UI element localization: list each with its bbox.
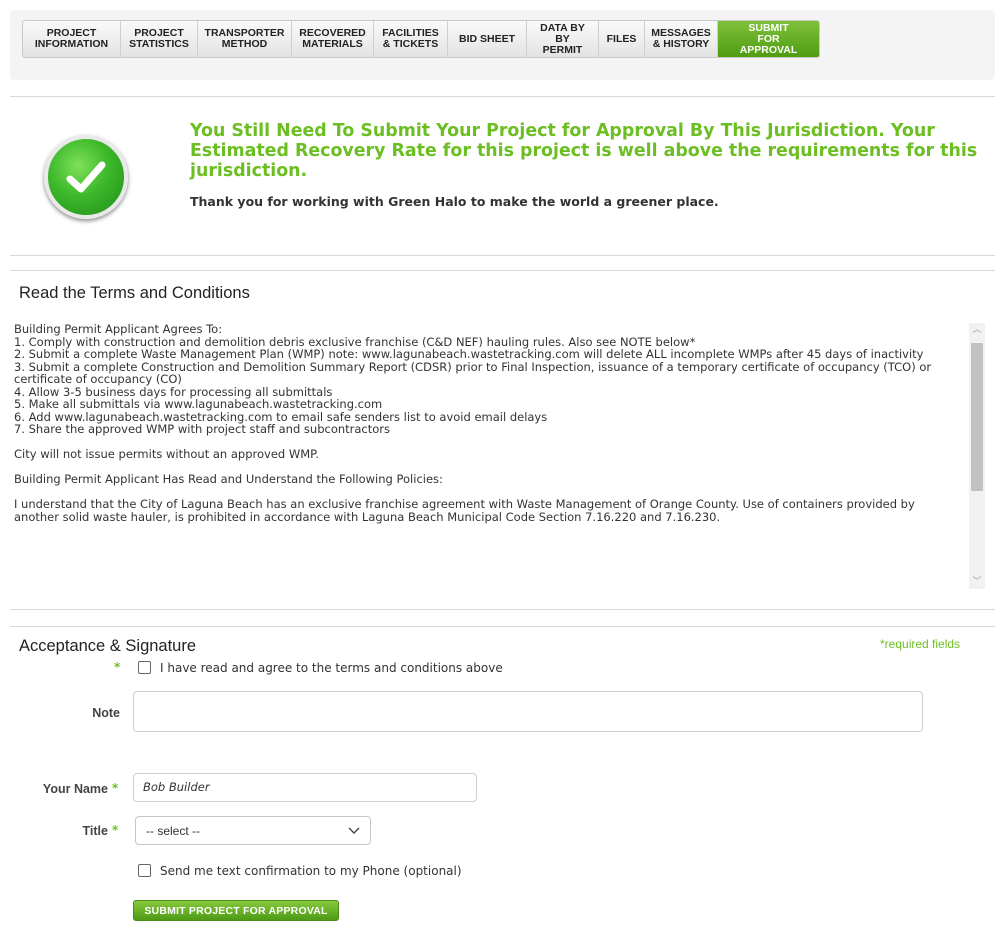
tab-project-statistics[interactable]: PROJECT STATISTICS (121, 21, 198, 57)
title-required-star: * (112, 823, 119, 837)
scroll-thumb[interactable] (971, 343, 983, 491)
status-panel: You Still Need To Submit Your Project fo… (10, 96, 995, 256)
name-label: Your Name (42, 782, 108, 796)
title-select-value: -- select -- (146, 823, 200, 838)
note-label: Note (92, 706, 120, 720)
tab-bar: PROJECT INFORMATION PROJECT STATISTICS T… (10, 10, 995, 80)
terms-title: Read the Terms and Conditions (19, 284, 250, 302)
required-star: * (114, 660, 121, 674)
name-required-star: * (112, 781, 119, 795)
terms-panel: Read the Terms and Conditions Building P… (10, 270, 995, 610)
tab-messages-history[interactable]: MESSAGES & HISTORY (645, 21, 718, 57)
sms-label: Send me text confirmation to my Phone (o… (160, 864, 462, 878)
tab-files[interactable]: FILES (599, 21, 645, 57)
agree-label: I have read and agree to the terms and c… (160, 661, 503, 675)
note-input[interactable] (133, 691, 923, 732)
acceptance-title: Acceptance & Signature (19, 637, 197, 655)
terms-text[interactable]: Building Permit Applicant Agrees To: 1. … (10, 323, 985, 589)
agree-checkbox[interactable] (138, 661, 151, 674)
submit-project-button[interactable]: SUBMIT PROJECT FOR APPROVAL (133, 900, 339, 921)
acceptance-panel: Acceptance & Signature *required fields … (10, 626, 995, 928)
terms-scrollbar[interactable]: ︿ ﹀ (969, 323, 985, 589)
tab-project-information[interactable]: PROJECT INFORMATION (23, 21, 121, 57)
scroll-down-icon[interactable]: ﹀ (969, 575, 985, 589)
checkmark-icon (44, 135, 128, 219)
status-headline: You Still Need To Submit Your Project fo… (190, 121, 978, 181)
chevron-down-icon (348, 827, 360, 834)
tab-submit-for-approval[interactable]: SUBMIT FOR APPROVAL (718, 21, 819, 57)
sms-checkbox[interactable] (138, 864, 151, 877)
tab-bid-sheet[interactable]: BID SHEET (448, 21, 527, 57)
required-fields-note: *required fields (880, 637, 961, 651)
status-thanks: Thank you for working with Green Halo to… (190, 194, 719, 209)
tab-recovered-materials[interactable]: RECOVERED MATERIALS (292, 21, 374, 57)
name-input[interactable]: Bob Builder (133, 773, 477, 802)
scroll-up-icon[interactable]: ︿ (969, 323, 985, 337)
tab-data-by-permit[interactable]: DATA BY BY PERMIT (527, 21, 599, 57)
tab-facilities-tickets[interactable]: FACILITIES & TICKETS (374, 21, 448, 57)
title-label: Title (82, 824, 108, 838)
title-select[interactable]: -- select -- (135, 816, 371, 845)
tab-transporter-method[interactable]: TRANSPORTER METHOD (198, 21, 292, 57)
tab-list: PROJECT INFORMATION PROJECT STATISTICS T… (22, 20, 820, 58)
